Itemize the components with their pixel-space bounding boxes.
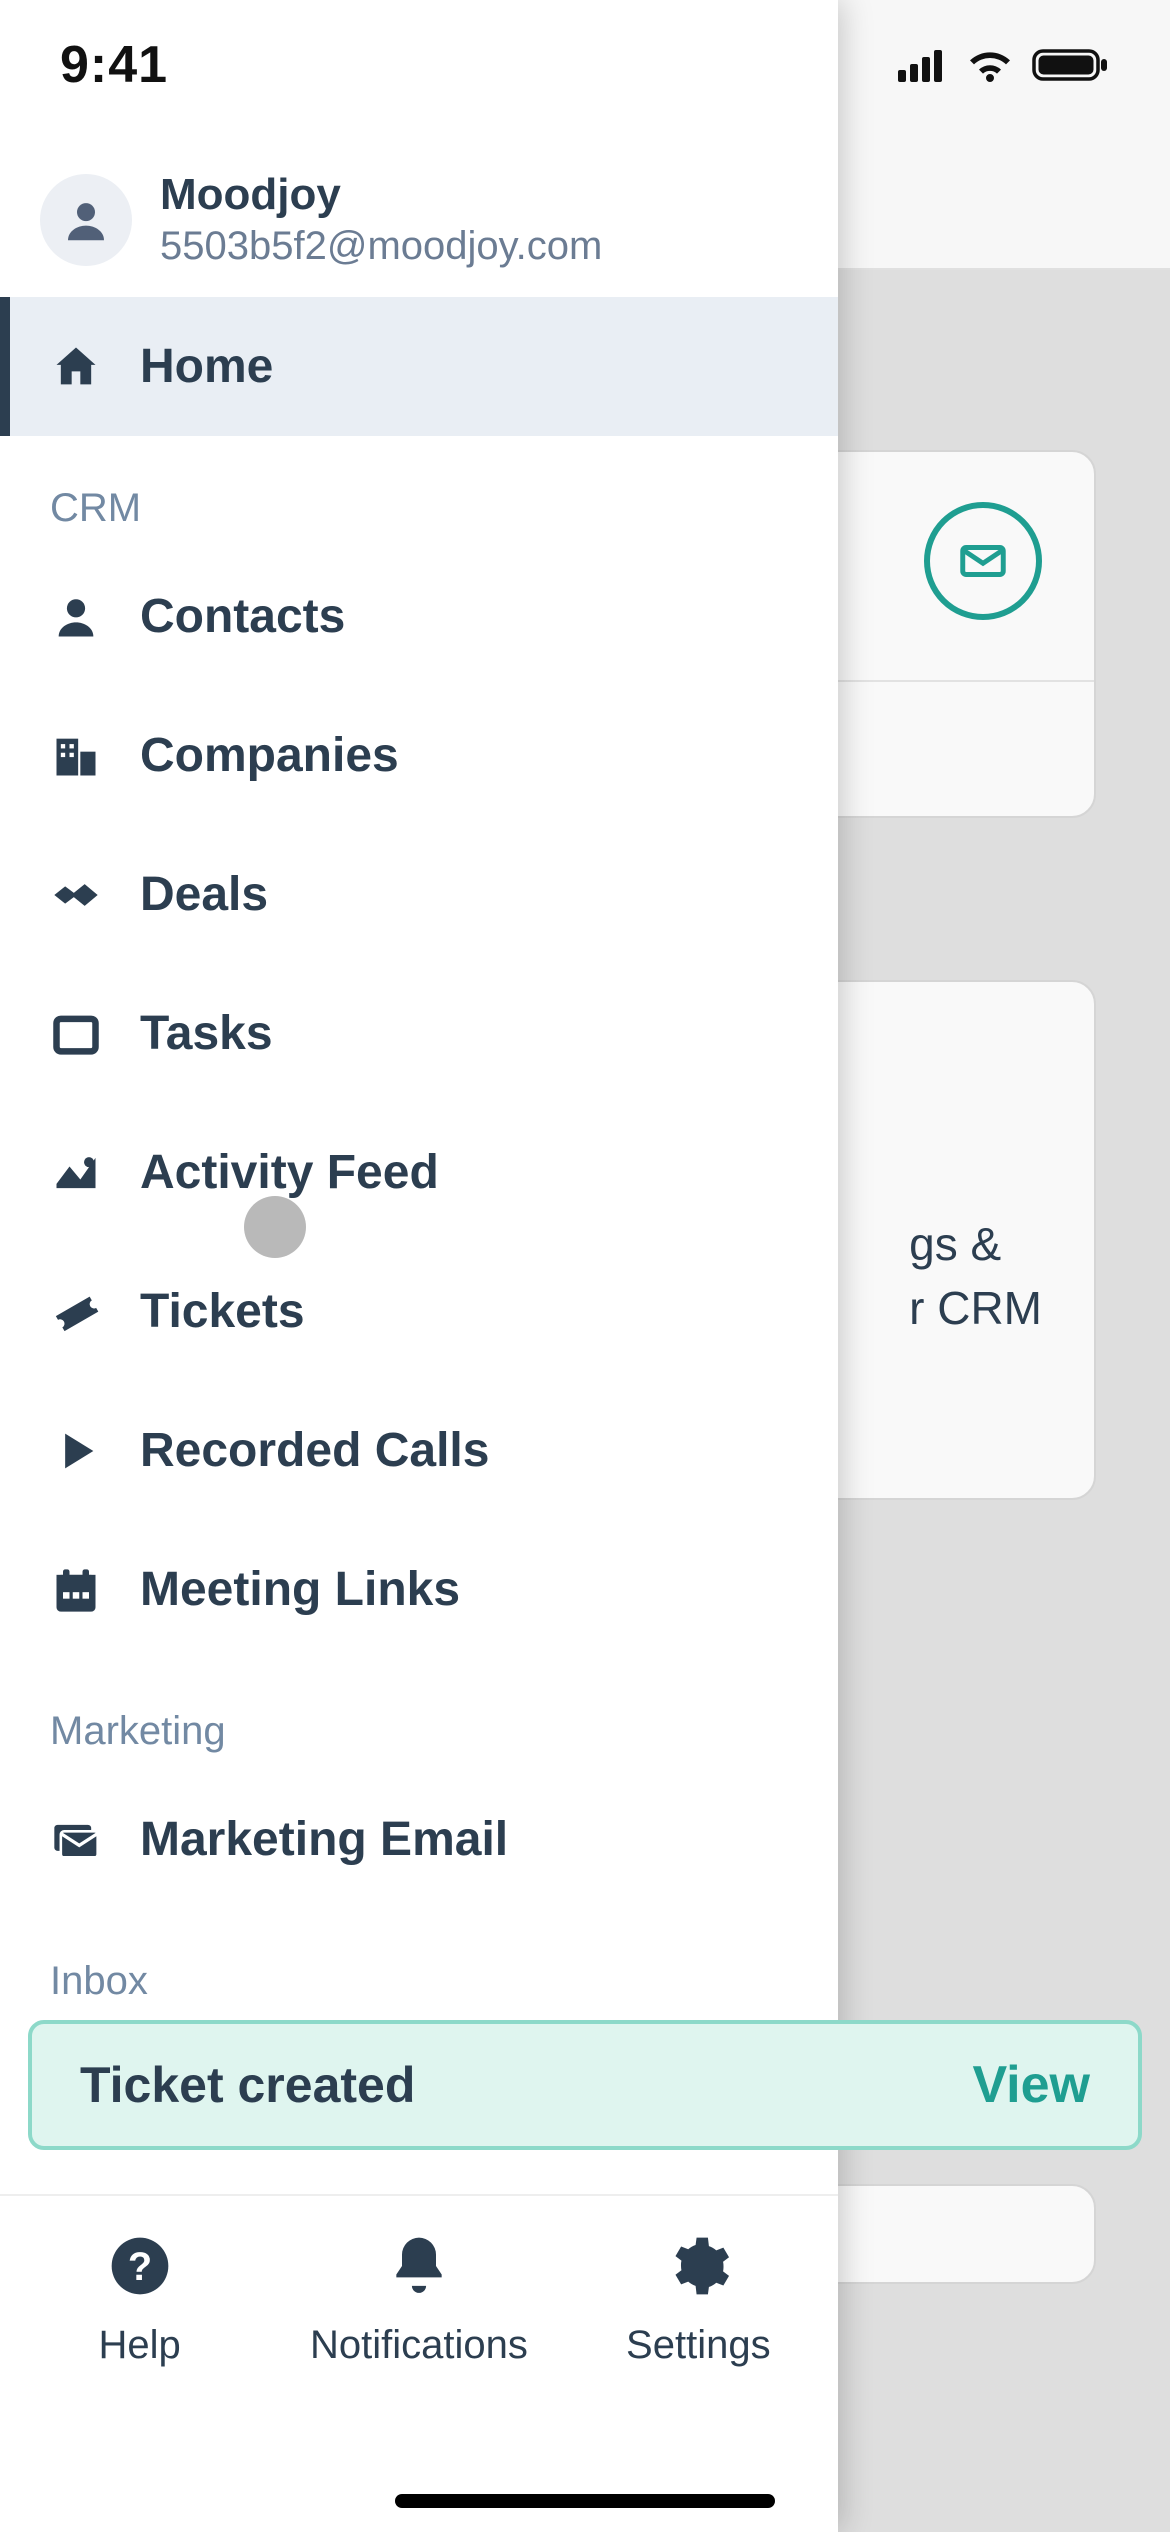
bottom-item-help[interactable]: ? Help bbox=[10, 2232, 270, 2368]
sidebar-scroll[interactable]: Moodjoy 5503b5f2@moodjoy.com Home CRM Co… bbox=[0, 0, 838, 2532]
sidebar-item-marketing-email[interactable]: Marketing Email bbox=[0, 1770, 838, 1909]
touch-indicator bbox=[244, 1196, 306, 1258]
sidebar-drawer: Moodjoy 5503b5f2@moodjoy.com Home CRM Co… bbox=[0, 0, 838, 2532]
nav-label-recorded-calls: Recorded Calls bbox=[140, 1423, 489, 1478]
contact-icon bbox=[50, 591, 102, 643]
profile-name: Moodjoy bbox=[160, 170, 602, 220]
sidebar-item-recorded-calls[interactable]: Recorded Calls bbox=[0, 1381, 838, 1520]
companies-icon bbox=[50, 730, 102, 782]
help-icon: ? bbox=[106, 2232, 174, 2305]
bottom-item-notifications[interactable]: Notifications bbox=[289, 2232, 549, 2368]
toast-view-button[interactable]: View bbox=[972, 2055, 1090, 2115]
battery-icon bbox=[1032, 47, 1110, 83]
activity-icon bbox=[50, 1147, 102, 1199]
mail-circle-icon bbox=[924, 502, 1042, 620]
status-time: 9:41 bbox=[60, 35, 168, 95]
nav-label-tasks: Tasks bbox=[140, 1006, 273, 1061]
bg-text-line1: gs & bbox=[909, 1212, 1042, 1276]
svg-text:?: ? bbox=[128, 2245, 152, 2289]
sidebar-bottom-bar: ? Help Notifications Settings bbox=[0, 2194, 838, 2532]
nav-label-activity: Activity Feed bbox=[140, 1145, 439, 1200]
bottom-item-settings[interactable]: Settings bbox=[568, 2232, 828, 2368]
wifi-icon bbox=[966, 48, 1014, 82]
sidebar-item-contacts[interactable]: Contacts bbox=[0, 547, 838, 686]
section-header-crm: CRM bbox=[0, 436, 838, 547]
bottom-label-notifications: Notifications bbox=[310, 2323, 528, 2368]
calendar-icon bbox=[50, 1564, 102, 1616]
bell-icon bbox=[385, 2232, 453, 2305]
bottom-label-help: Help bbox=[99, 2323, 181, 2368]
home-indicator bbox=[395, 2494, 775, 2508]
sidebar-item-meeting-links[interactable]: Meeting Links bbox=[0, 1520, 838, 1659]
tickets-icon bbox=[50, 1286, 102, 1338]
bottom-label-settings: Settings bbox=[626, 2323, 771, 2368]
nav-label-contacts: Contacts bbox=[140, 589, 345, 644]
toast-ticket-created: Ticket created View bbox=[28, 2020, 1142, 2150]
sidebar-item-tickets[interactable]: Tickets bbox=[0, 1242, 838, 1381]
play-icon bbox=[50, 1425, 102, 1477]
tasks-icon bbox=[50, 1008, 102, 1060]
cellular-icon bbox=[898, 48, 948, 82]
avatar bbox=[40, 174, 132, 266]
toast-message: Ticket created bbox=[80, 2056, 415, 2114]
nav-label-tickets: Tickets bbox=[140, 1284, 305, 1339]
sidebar-item-tasks[interactable]: Tasks bbox=[0, 964, 838, 1103]
profile-email: 5503b5f2@moodjoy.com bbox=[160, 224, 602, 269]
sidebar-item-companies[interactable]: Companies bbox=[0, 686, 838, 825]
sidebar-item-deals[interactable]: Deals bbox=[0, 825, 838, 964]
sidebar-item-home[interactable]: Home bbox=[0, 297, 838, 436]
deals-icon bbox=[50, 869, 102, 921]
nav-label-meeting-links: Meeting Links bbox=[140, 1562, 460, 1617]
gear-icon bbox=[664, 2232, 732, 2305]
nav-label-marketing-email: Marketing Email bbox=[140, 1812, 508, 1867]
marketing-email-icon bbox=[50, 1814, 102, 1866]
status-bar: 9:41 bbox=[0, 0, 1170, 130]
screen: gs & r CRM Moodjoy 5503b5f2@moodjoy.com bbox=[0, 0, 1170, 2532]
sidebar-item-activity-feed[interactable]: Activity Feed bbox=[0, 1103, 838, 1242]
section-header-inbox: Inbox bbox=[0, 1909, 838, 2020]
nav-label-companies: Companies bbox=[140, 728, 399, 783]
bg-text-line2: r CRM bbox=[909, 1276, 1042, 1340]
home-icon bbox=[50, 341, 102, 393]
nav-label-deals: Deals bbox=[140, 867, 268, 922]
section-header-marketing: Marketing bbox=[0, 1659, 838, 1770]
nav-label-home: Home bbox=[140, 339, 273, 394]
